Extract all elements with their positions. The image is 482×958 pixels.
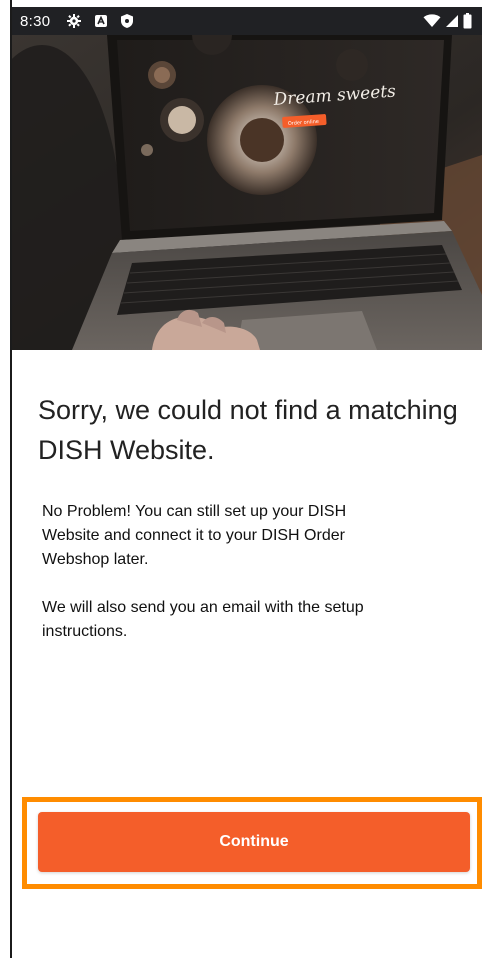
status-left-icons (66, 13, 134, 29)
status-time: 8:30 (20, 12, 51, 30)
status-right-icons (423, 13, 472, 29)
gear-icon (66, 13, 82, 29)
status-bar: 8:30 (12, 7, 482, 35)
hero-image: Dream sweets Order online (12, 35, 482, 350)
a-badge-icon (94, 14, 108, 28)
screen: 8:30 Dream sweets Order online Sorry, we… (0, 0, 482, 958)
info-message: No Problem! You can still set up your DI… (42, 503, 347, 568)
continue-button[interactable]: Continue (38, 812, 470, 872)
shield-icon (120, 13, 134, 29)
laptop-illustration: Dream sweets Order online (12, 35, 482, 350)
wifi-icon (423, 14, 441, 28)
content: Sorry, we could not find a matching DISH… (38, 390, 458, 644)
page-title: Sorry, we could not find a matching DISH… (38, 395, 458, 465)
signal-icon (445, 14, 459, 28)
battery-icon (463, 13, 472, 29)
email-notice: We will also send you an email with the … (42, 599, 364, 640)
